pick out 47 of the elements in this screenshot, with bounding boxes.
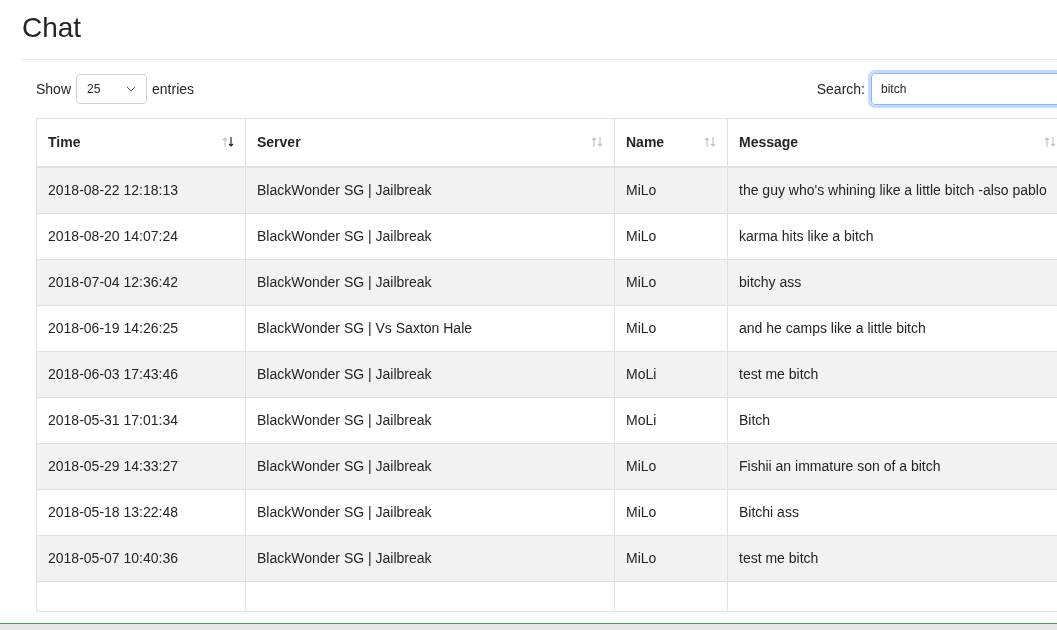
table-cell: 2018-06-03 17:43:46 <box>48 365 178 382</box>
show-label: Show <box>36 79 72 99</box>
column-header[interactable]: Message <box>739 131 799 153</box>
table-cell: karma hits like a bitch <box>739 227 874 244</box>
table-cell: and he camps like a little bitch <box>739 319 926 336</box>
column-header[interactable]: Name <box>626 131 665 153</box>
table-cell: bitchy ass <box>739 273 802 290</box>
table-cell: BlackWonder SG | Jailbreak <box>257 365 432 382</box>
table-cell: 2018-08-22 12:18:13 <box>48 181 178 198</box>
table-cell: MiLo <box>626 181 657 198</box>
table-cell: the guy who's whining like a little bitch -also pablo <box>739 181 1047 198</box>
table-cell: BlackWonder SG | Jailbreak <box>257 181 432 198</box>
table-cell: BlackWonder SG | Vs Saxton Hale <box>257 319 473 336</box>
table-cell: MiLo <box>626 549 657 566</box>
table-cell: 2018-05-31 17:01:34 <box>48 411 178 428</box>
column-header[interactable]: Server <box>257 131 301 153</box>
table-cell: MiLo <box>626 457 657 474</box>
entries-label: entries <box>152 79 195 99</box>
table-cell: BlackWonder SG | Jailbreak <box>257 227 432 244</box>
table-cell: BlackWonder SG | Jailbreak <box>257 411 432 428</box>
table-cell: MiLo <box>626 319 657 336</box>
table-cell: MoLi <box>626 365 657 382</box>
chevron-down-icon <box>126 86 137 92</box>
table-cell: Bitch <box>739 411 771 428</box>
table-cell: 2018-06-19 14:26:25 <box>48 319 178 336</box>
table-cell: BlackWonder SG | Jailbreak <box>257 503 432 520</box>
table-cell: 2018-05-29 14:33:27 <box>48 457 178 474</box>
table-cell: 2018-08-20 14:07:24 <box>48 227 178 244</box>
page-title: Chat <box>22 11 82 45</box>
table-cell: 2018-05-07 10:40:36 <box>48 549 178 566</box>
table-cell: 2018-07-04 12:36:42 <box>48 273 178 290</box>
table-cell: 2018-05-18 13:22:48 <box>48 503 178 520</box>
table-cell: test me bitch <box>739 365 819 382</box>
page-length-select[interactable]: 25 <box>76 74 148 104</box>
table-cell: MoLi <box>626 411 657 428</box>
table-cell: MiLo <box>626 273 657 290</box>
table-cell: test me bitch <box>739 549 819 566</box>
table-cell: Bitchi ass <box>739 503 799 520</box>
search-field[interactable]: bitch <box>871 73 1057 105</box>
table-cell: BlackWonder SG | Jailbreak <box>257 273 432 290</box>
table-cell: Fishii an immature son of a bitch <box>739 457 941 474</box>
table-cell: MiLo <box>626 227 657 244</box>
search-label: Search: <box>816 79 865 99</box>
table-cell: BlackWonder SG | Jailbreak <box>257 457 432 474</box>
column-header[interactable]: Time <box>48 131 81 153</box>
table-cell: BlackWonder SG | Jailbreak <box>257 549 432 566</box>
table-cell: MiLo <box>626 503 657 520</box>
